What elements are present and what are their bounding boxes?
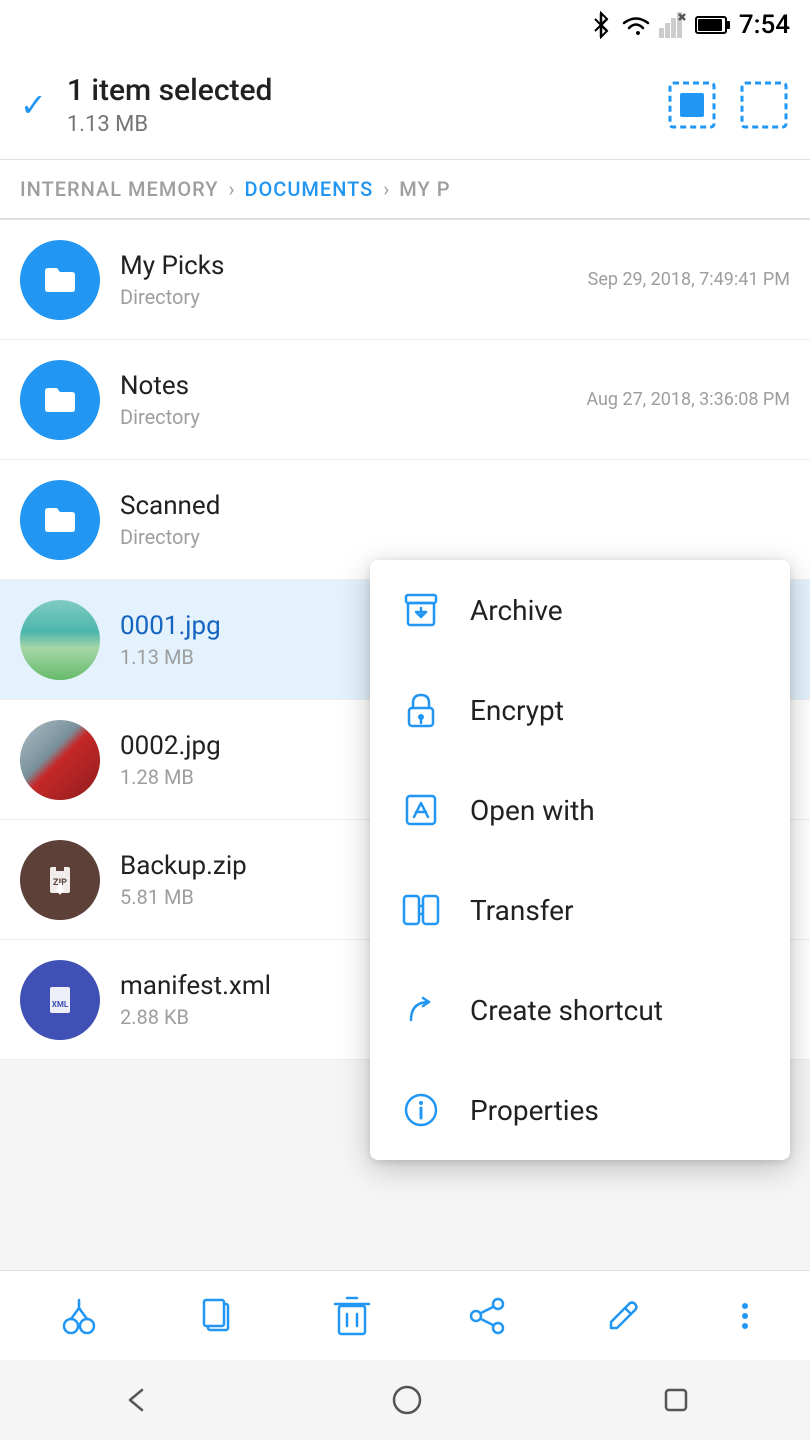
menu-item-transfer-label: Transfer (470, 894, 574, 927)
menu-item-open-with[interactable]: Open with (370, 760, 790, 860)
context-menu: Archive Encrypt (370, 560, 790, 1160)
context-menu-overlay[interactable]: Archive Encrypt (0, 0, 810, 1440)
info-icon (400, 1089, 442, 1131)
menu-item-transfer[interactable]: Transfer (370, 860, 790, 960)
open-with-icon (400, 789, 442, 831)
menu-item-properties[interactable]: Properties (370, 1060, 790, 1160)
menu-item-archive-label: Archive (470, 594, 563, 627)
archive-icon (400, 589, 442, 631)
menu-item-create-shortcut[interactable]: Create shortcut (370, 960, 790, 1060)
menu-item-create-shortcut-label: Create shortcut (470, 994, 663, 1027)
lock-icon (400, 689, 442, 731)
menu-item-encrypt-label: Encrypt (470, 694, 564, 727)
transfer-icon (400, 889, 442, 931)
menu-item-encrypt[interactable]: Encrypt (370, 660, 790, 760)
menu-item-properties-label: Properties (470, 1094, 599, 1127)
shortcut-icon (400, 989, 442, 1031)
menu-item-open-with-label: Open with (470, 794, 595, 827)
menu-item-archive[interactable]: Archive (370, 560, 790, 660)
